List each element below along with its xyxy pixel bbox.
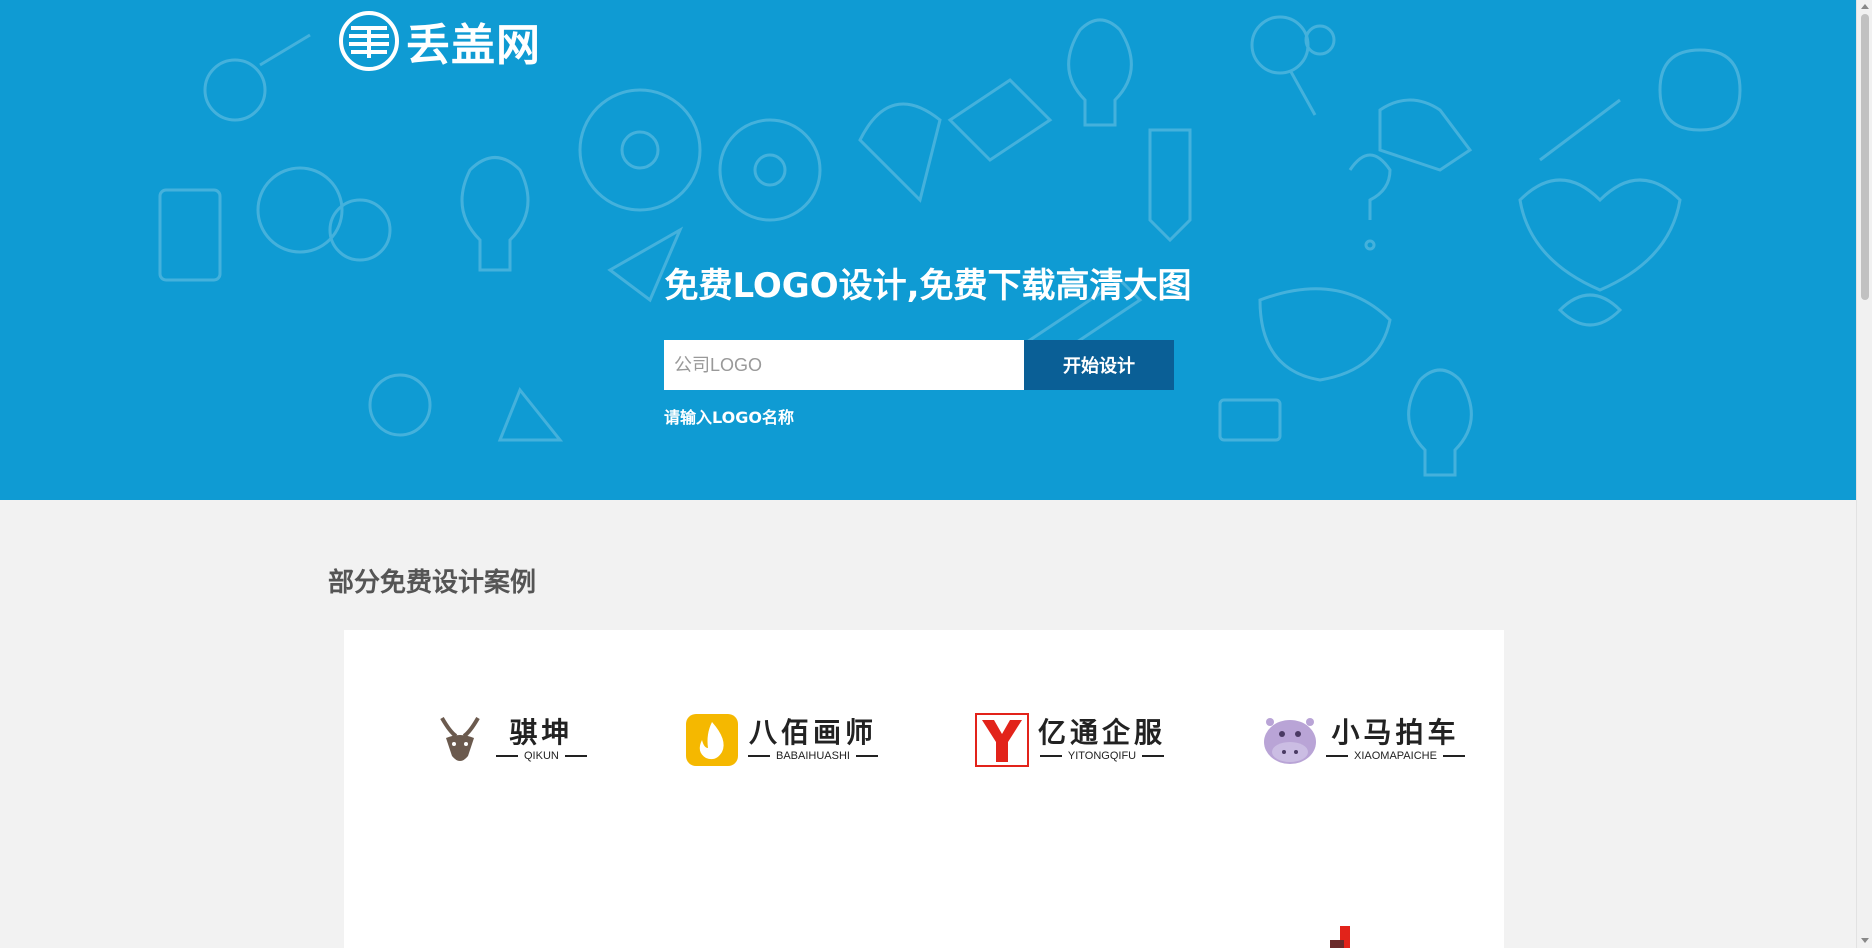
letter-y-icon (975, 713, 1029, 767)
site-logo[interactable]: 丢盖网 (338, 10, 541, 72)
page: 丢盖网 免费LOGO设计,免费下载高清大图 开始设计 请输入LOGO名称 部分免… (0, 0, 1872, 948)
case-name: 骐坤 (509, 715, 574, 749)
divider (1142, 755, 1165, 758)
cases-panel: 骐坤 QIKUN 八佰画师 BABAIHUASHI 亿通企服 YITONGQIF… (344, 630, 1504, 948)
case-subtitle: YITONGQIFU (1039, 750, 1165, 763)
case-text: 八佰画师 BABAIHUASHI (748, 715, 878, 762)
partial-logo-icon (1330, 926, 1350, 948)
case-pinyin: QIKUN (524, 750, 559, 763)
vertical-scrollbar[interactable] (1856, 0, 1872, 948)
divider (1442, 755, 1465, 758)
scroll-thumb[interactable] (1861, 14, 1869, 300)
scroll-up-arrow-icon[interactable] (1861, 4, 1869, 9)
divider (496, 755, 518, 758)
logo-text: 丢盖网 (406, 20, 541, 71)
flame-drop-icon (686, 714, 738, 766)
case-text: 骐坤 QIKUN (496, 715, 587, 762)
case-item[interactable]: 骐坤 QIKUN (432, 710, 587, 770)
cases-section-title: 部分免费设计案例 (328, 568, 537, 598)
case-pinyin: YITONGQIFU (1067, 750, 1137, 763)
divider (1326, 755, 1348, 758)
case-subtitle: QIKUN (496, 750, 587, 762)
hero-banner: 丢盖网 免费LOGO设计,免费下载高清大图 开始设计 请输入LOGO名称 (0, 0, 1856, 500)
hippo-icon (1264, 718, 1316, 764)
case-text: 小马拍车 XIAOMAPAICHE (1326, 715, 1465, 762)
doodle-background (158, 15, 1742, 477)
case-item[interactable]: 亿通企服 YITONGQIFU (974, 710, 1166, 770)
divider (1039, 755, 1062, 758)
case-pinyin: BABAIHUASHI (776, 750, 850, 763)
case-name: 八佰画师 (748, 715, 877, 749)
stacked-stripes-circle-icon (339, 11, 399, 71)
case-name: 小马拍车 (1331, 715, 1460, 749)
input-hint: 请输入LOGO名称 (664, 408, 794, 427)
case-name: 亿通企服 (1038, 715, 1167, 749)
case-pinyin: XIAOMAPAICHE (1354, 750, 1437, 763)
case-subtitle: BABAIHUASHI (748, 750, 878, 762)
hero-title: 免费LOGO设计,免费下载高清大图 (664, 266, 1192, 306)
case-item[interactable]: 小马拍车 XIAOMAPAICHE (1262, 710, 1465, 770)
case-item[interactable]: 八佰画师 BABAIHUASHI (684, 710, 878, 770)
scroll-down-arrow-icon[interactable] (1861, 938, 1869, 943)
antelope-head-icon (440, 717, 480, 761)
logo-name-input[interactable] (664, 340, 1024, 390)
logo-search-form: 开始设计 (664, 340, 1174, 390)
divider (855, 755, 878, 758)
divider (748, 755, 770, 758)
start-design-button[interactable]: 开始设计 (1024, 340, 1174, 390)
divider (564, 755, 587, 758)
case-subtitle: XIAOMAPAICHE (1326, 750, 1465, 762)
case-text: 亿通企服 YITONGQIFU (1038, 715, 1167, 763)
